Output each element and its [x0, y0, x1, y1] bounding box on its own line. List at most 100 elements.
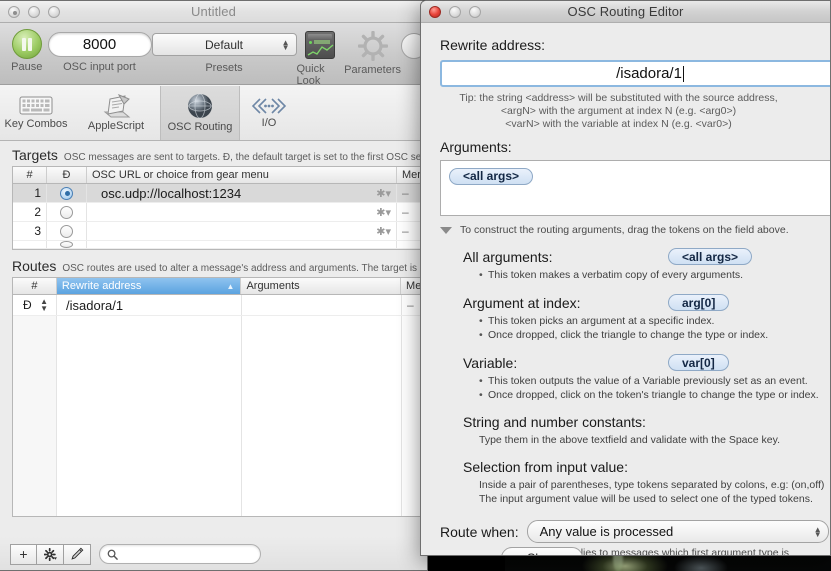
token-arg-index[interactable]: arg[0] — [668, 294, 730, 311]
target-row-number: 2 — [13, 203, 47, 221]
targets-table: # Ð OSC URL or choice from gear menu Mer… — [12, 166, 427, 250]
triangle-down-icon[interactable] — [440, 226, 452, 234]
presets-control[interactable]: Default ▲ ▼ Presets — [151, 29, 297, 74]
help-section-constants: String and number constants: — [421, 414, 830, 430]
target-default-radio-cell[interactable] — [47, 184, 87, 202]
osc-input-port-control[interactable]: 8000 OSC input port — [47, 29, 152, 73]
close-icon[interactable] — [429, 5, 441, 18]
applescript-script-icon — [103, 94, 131, 118]
table-row[interactable]: 2 ✱▾ – — [13, 203, 427, 222]
selection-note-2: The input argument value will be used to… — [479, 493, 813, 505]
radio-icon[interactable] — [60, 241, 73, 248]
help-bullets-argument-at-index: This token picks an argument at a specif… — [421, 314, 830, 342]
targets-col-url[interactable]: OSC URL or choice from gear menu — [87, 167, 397, 183]
help-title-selection: Selection from input value: — [463, 459, 628, 475]
osc-routing-panel: Targets OSC messages are sent to targets… — [0, 141, 427, 570]
routes-col-arguments[interactable]: Arguments — [241, 278, 402, 294]
route-rewrite-address-cell[interactable]: /isadora/1 — [57, 295, 242, 315]
gear-icon[interactable] — [357, 31, 388, 61]
main-application-window: Untitled Pause 8000 OSC input port Defau… — [0, 0, 428, 571]
main-window-titlebar[interactable]: Untitled — [0, 1, 427, 23]
gear-menu-icon[interactable]: ✱▾ — [376, 225, 391, 238]
targets-section-header: Targets OSC messages are sent to targets… — [0, 141, 427, 166]
sidebar-item-io[interactable]: I/O — [240, 86, 298, 140]
parameters-control[interactable]: Parameters — [344, 29, 401, 76]
tab-label-osc-routing: OSC Routing — [167, 121, 233, 133]
pause-control[interactable]: Pause — [6, 29, 48, 73]
radio-icon[interactable] — [60, 205, 73, 219]
radio-icon[interactable] — [60, 224, 73, 238]
sidebar-item-osc-routing[interactable]: OSC Routing — [160, 85, 240, 140]
target-url-cell[interactable]: ✱▾ — [87, 203, 397, 221]
routes-empty-area[interactable] — [13, 316, 427, 516]
table-row[interactable] — [13, 241, 427, 249]
target-default-radio-cell[interactable] — [47, 222, 87, 240]
minimize-window-button[interactable] — [28, 5, 40, 18]
route-when-value: Any value is processed — [539, 524, 674, 539]
zoom-window-button[interactable] — [48, 5, 60, 18]
quick-look-control[interactable]: Quick Look — [297, 29, 345, 87]
route-when-select[interactable]: Any value is processed ▲ ▼ — [526, 520, 829, 543]
token-all-args[interactable]: <all args> — [668, 248, 753, 265]
search-field[interactable] — [99, 544, 261, 564]
pause-icon[interactable] — [11, 29, 42, 59]
target-row-number: 1 — [13, 184, 47, 202]
route-arguments-cell[interactable] — [242, 295, 402, 315]
target-url-cell[interactable]: ✱▾ — [87, 222, 397, 240]
gear-icon — [43, 547, 57, 561]
zoom-icon[interactable] — [469, 5, 481, 18]
sidebar-item-applescript[interactable]: AppleScript — [72, 86, 160, 140]
routes-col-number[interactable]: # — [13, 278, 57, 294]
presets-popup[interactable]: Default ▲ ▼ — [151, 33, 297, 56]
sidebar-item-key-combos[interactable]: Key Combos — [0, 86, 72, 140]
target-default-radio-cell[interactable] — [47, 203, 87, 221]
osc-input-port-field[interactable]: 8000 — [47, 32, 152, 57]
routes-title: Routes — [12, 258, 57, 274]
table-row[interactable]: Ð ▲ ▼ /isadora/1 – — [13, 295, 427, 316]
token-var-index[interactable]: var[0] — [668, 354, 729, 371]
tab-label-applescript: AppleScript — [87, 120, 145, 132]
route-row-number-cell[interactable]: Ð ▲ ▼ — [13, 295, 57, 315]
table-row[interactable]: 1 osc.udp://localhost:1234 ✱▾ – — [13, 184, 427, 203]
close-window-button[interactable] — [8, 5, 20, 18]
rewrite-address-input[interactable]: /isadora/1 — [440, 60, 830, 87]
arguments-drop-field[interactable]: <all args> — [440, 160, 830, 216]
routes-table: # Rewrite address ▲ Arguments Mer Ð ▲ ▼ /… — [12, 277, 427, 517]
targets-col-default[interactable]: Ð — [47, 167, 87, 183]
dialog-window-controls[interactable] — [421, 5, 481, 18]
targets-col-number[interactable]: # — [13, 167, 47, 183]
search-icon — [107, 549, 118, 560]
pencil-icon — [71, 547, 84, 560]
main-window-title: Untitled — [191, 4, 236, 19]
bullet: This token picks an argument at a specif… — [479, 314, 830, 328]
routes-col-rewrite-address[interactable]: Rewrite address ▲ — [56, 278, 242, 294]
table-row[interactable]: 3 ✱▾ – — [13, 222, 427, 241]
gear-menu-icon[interactable]: ✱▾ — [376, 206, 391, 219]
rewrite-address-tip: Tip: the string <address> will be substi… — [421, 87, 816, 131]
help-disclosure-row[interactable]: To construct the routing arguments, drag… — [421, 216, 830, 236]
routes-bottom-toolbar: + — [0, 536, 427, 570]
gear-menu-icon[interactable]: ✱▾ — [376, 187, 391, 200]
text-caret — [682, 65, 684, 82]
add-route-button[interactable]: + — [10, 543, 37, 565]
quick-look-icon[interactable] — [305, 31, 336, 59]
window-controls[interactable] — [0, 5, 60, 18]
close-button[interactable]: Close — [501, 547, 583, 555]
minimize-icon[interactable] — [449, 5, 461, 18]
route-when-row: Route when: Any value is processed ▲ ▼ — [421, 520, 830, 543]
radio-icon[interactable] — [60, 186, 73, 200]
target-url-cell[interactable]: osc.udp://localhost:1234 ✱▾ — [87, 184, 397, 202]
tip-line-3: <varN> with the variable at index N (e.g… — [505, 118, 732, 130]
io-arrows-icon — [251, 98, 287, 114]
chevron-updown-icon: ▲ ▼ — [281, 37, 290, 52]
search-input[interactable] — [122, 548, 247, 560]
bullet: This token makes a verbatim copy of ever… — [479, 268, 830, 282]
argument-token-all-args[interactable]: <all args> — [449, 167, 534, 185]
edit-route-button[interactable] — [64, 543, 91, 565]
help-bullets-all-arguments: This token makes a verbatim copy of ever… — [421, 268, 830, 282]
gear-menu-button[interactable] — [37, 543, 64, 565]
keyboard-icon — [19, 96, 53, 115]
chevron-updown-icon[interactable]: ▲ ▼ — [40, 298, 48, 313]
routes-col-rewrite-address-label: Rewrite address — [61, 280, 142, 292]
dialog-titlebar[interactable]: OSC Routing Editor — [421, 1, 830, 23]
